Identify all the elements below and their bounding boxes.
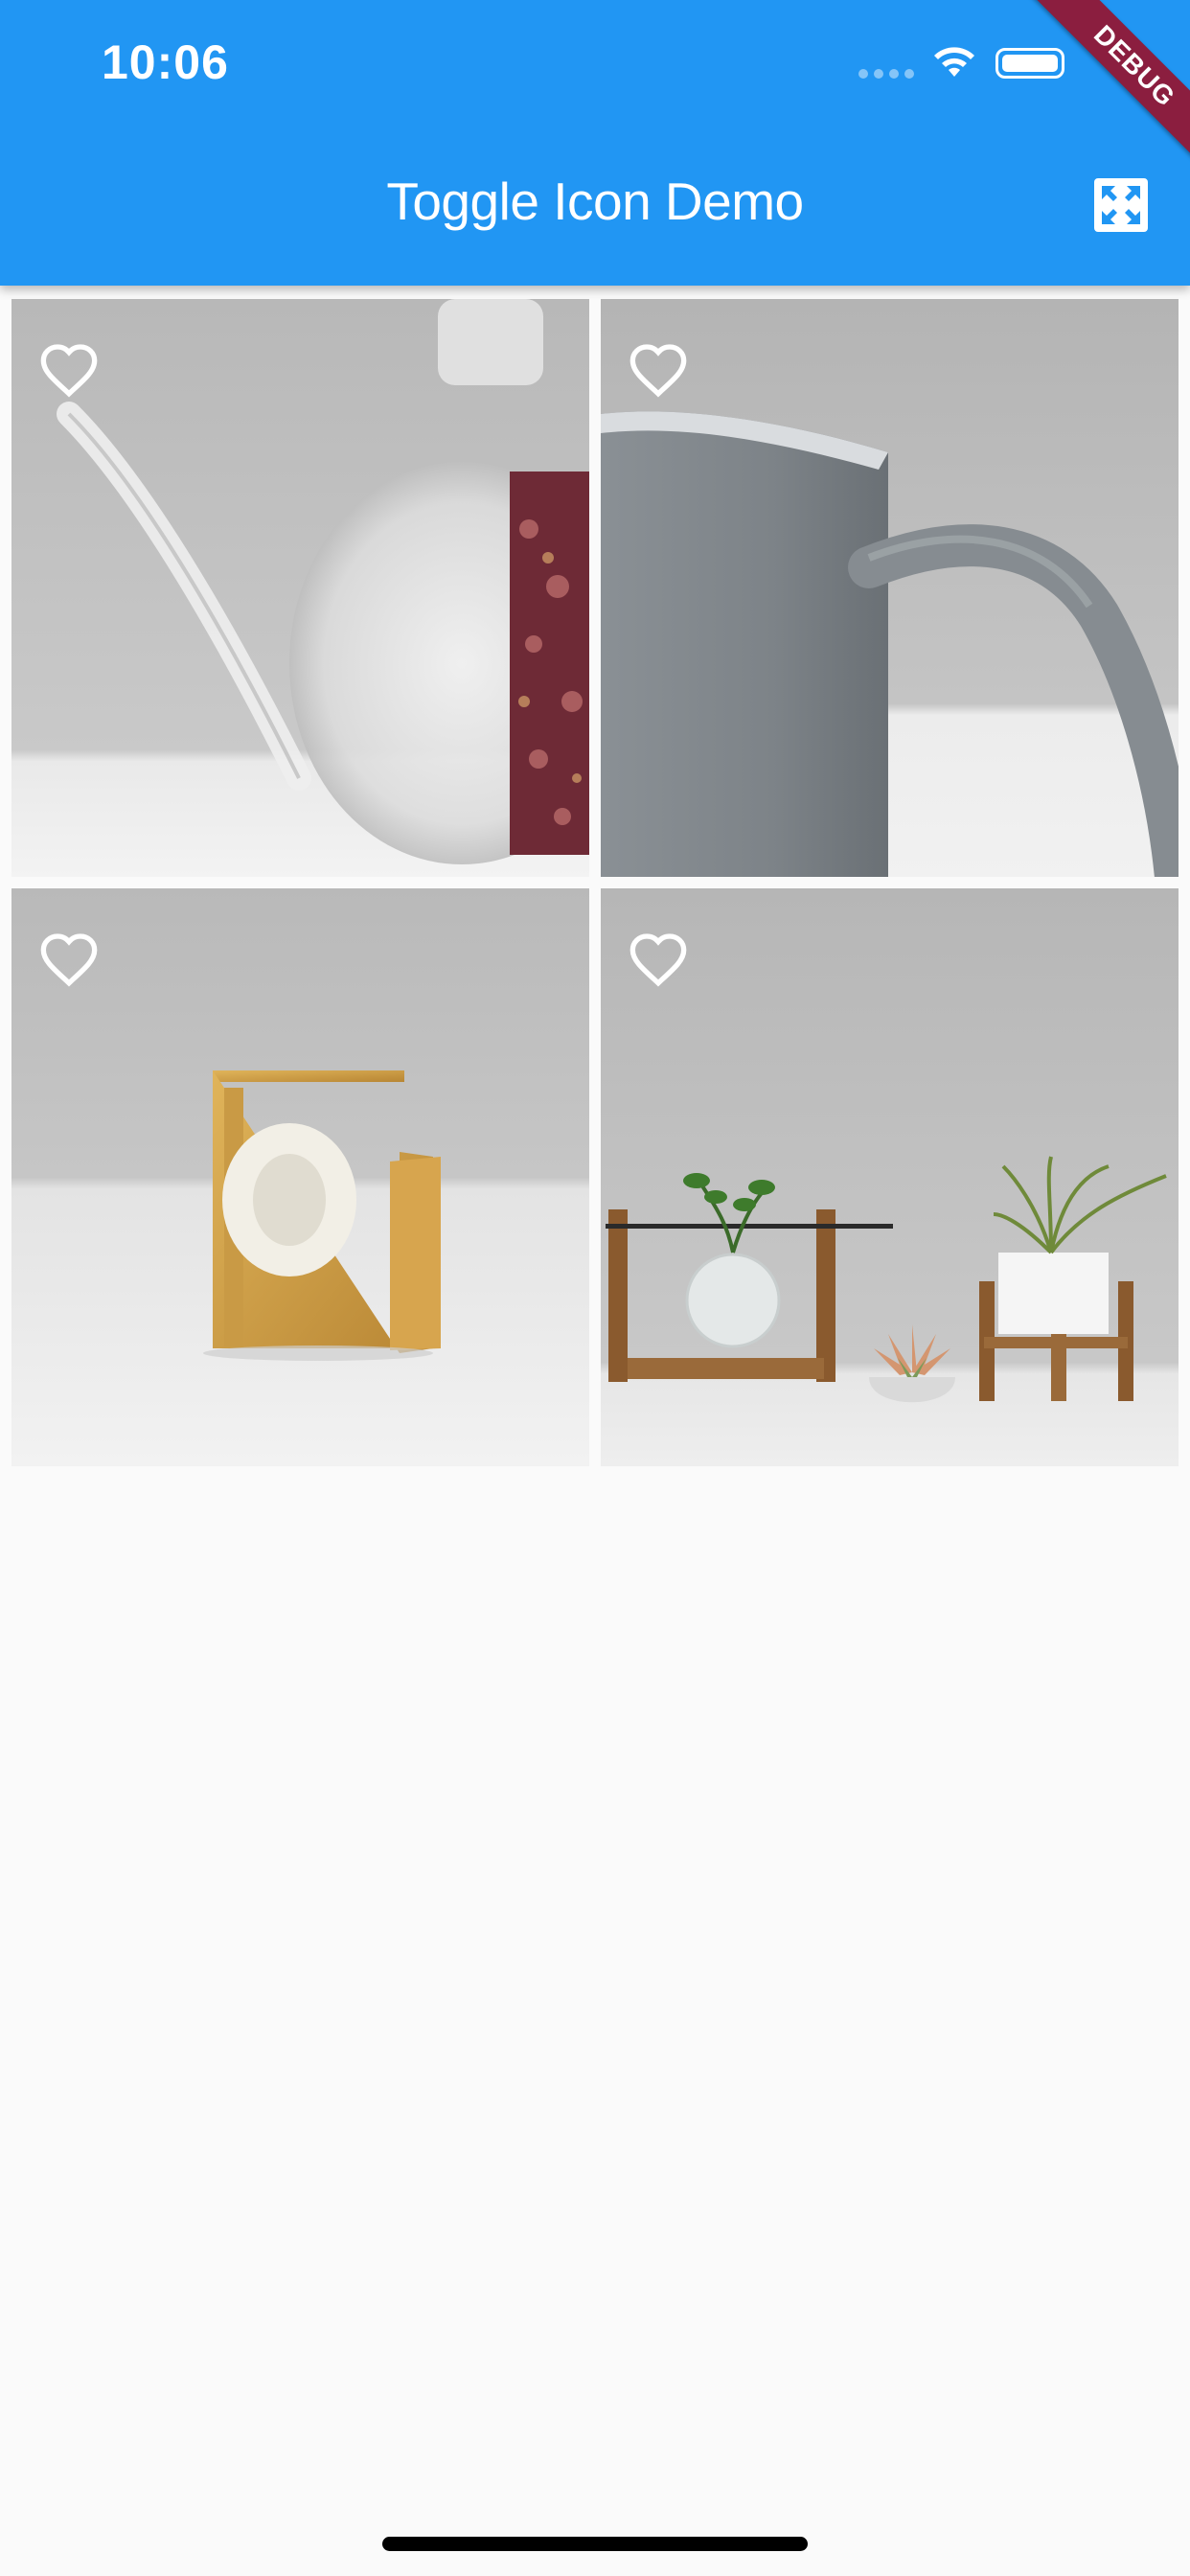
battery-icon [995,48,1064,79]
cellular-signal-icon [858,69,914,79]
status-time: 10:06 [102,35,229,89]
home-indicator[interactable] [382,2537,808,2551]
favorite-button[interactable] [622,334,695,406]
grid-tile-mug[interactable] [601,299,1179,877]
favorite-button[interactable] [33,923,105,996]
fullscreen-button[interactable] [1087,171,1156,240]
grid-tile-tape-dispenser[interactable] [11,888,589,1466]
image-grid [11,299,1179,1466]
fullscreen-icon [1094,178,1148,232]
page-title: Toggle Icon Demo [386,172,804,231]
status-icons [858,42,1165,84]
heart-outline-icon [40,933,98,987]
heart-outline-icon [40,344,98,398]
favorite-button[interactable] [622,923,695,996]
grid-tile-teapot[interactable] [11,299,589,877]
favorite-button[interactable] [33,334,105,406]
app-bar: 10:06 Toggle Icon Demo [0,0,1190,286]
heart-outline-icon [629,344,687,398]
heart-outline-icon [629,933,687,987]
grid-tile-plants[interactable] [601,888,1179,1466]
wifi-icon [934,47,974,77]
